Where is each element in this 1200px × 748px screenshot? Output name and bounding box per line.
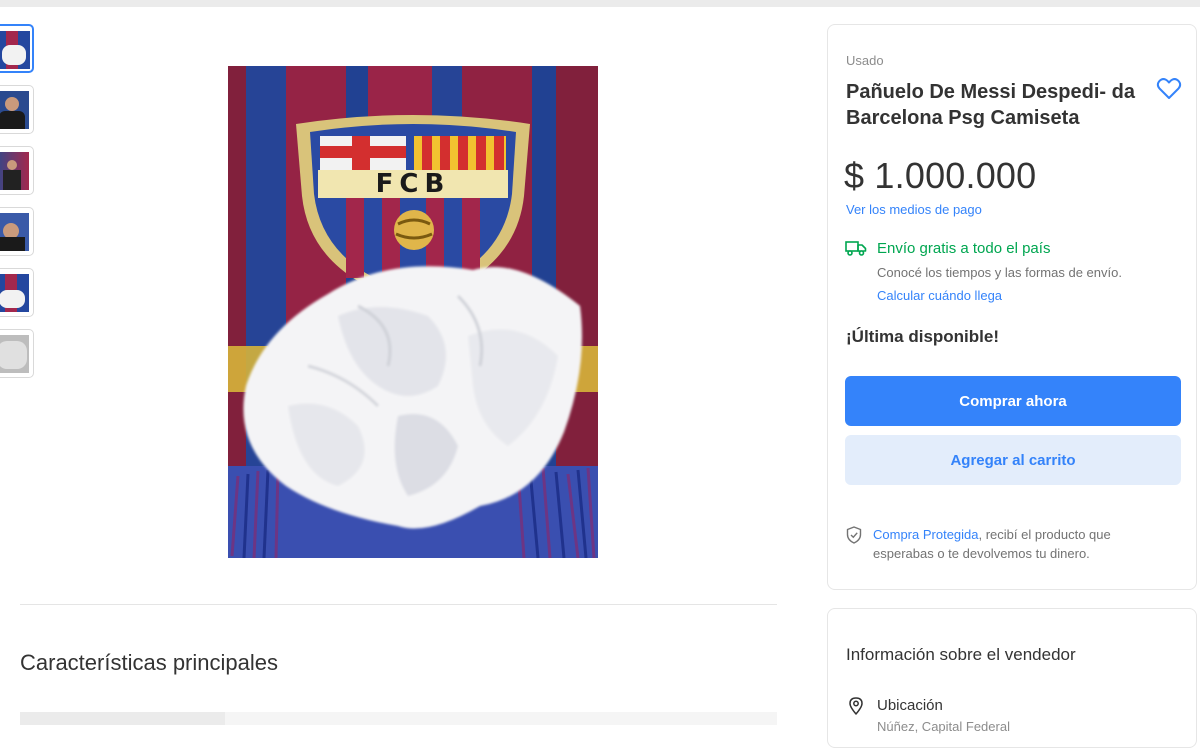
truck-icon bbox=[845, 240, 867, 256]
scarf-tissue-photo: FCB bbox=[228, 66, 598, 558]
main-product-image[interactable]: FCB bbox=[228, 66, 598, 558]
purchase-protection-text: Compra Protegida, recibí el producto que… bbox=[873, 525, 1173, 563]
thumbnail-4[interactable] bbox=[0, 207, 34, 256]
shield-check-icon bbox=[846, 526, 862, 544]
location-value: Núñez, Capital Federal bbox=[877, 719, 1010, 734]
location-pin-icon bbox=[849, 697, 863, 715]
heart-icon[interactable] bbox=[1156, 77, 1182, 101]
seller-info-box: Información sobre el vendedor Ubicación … bbox=[827, 608, 1197, 748]
top-bar bbox=[0, 0, 1200, 7]
thumbnail-5[interactable] bbox=[0, 268, 34, 317]
buy-now-button[interactable]: Comprar ahora bbox=[845, 376, 1181, 426]
free-shipping-title: Envío gratis a todo el país bbox=[877, 240, 1051, 257]
product-price: $ 1.000.000 bbox=[844, 155, 1037, 196]
thumbnail-2[interactable] bbox=[0, 85, 34, 134]
condition-label: Usado bbox=[846, 53, 884, 68]
buy-box: Usado Pañuelo De Messi Despedi- da Barce… bbox=[827, 24, 1197, 590]
purchase-protection-link[interactable]: Compra Protegida bbox=[873, 527, 979, 542]
thumbnail-6[interactable] bbox=[0, 329, 34, 378]
features-table bbox=[20, 712, 777, 725]
calculate-arrival-link[interactable]: Calcular cuándo llega bbox=[877, 288, 1002, 303]
section-title-features: Características principales bbox=[20, 650, 278, 675]
location-label: Ubicación bbox=[877, 697, 943, 714]
thumbnail-1[interactable] bbox=[0, 24, 34, 73]
crest-fcb-text: FCB bbox=[376, 169, 451, 199]
features-table-cell bbox=[20, 712, 225, 725]
thumbnail-3[interactable] bbox=[0, 146, 34, 195]
stock-status: ¡Última disponible! bbox=[846, 327, 999, 346]
seller-info-title: Información sobre el vendedor bbox=[846, 645, 1076, 664]
product-title: Pañuelo De Messi Despedi- da Barcelona P… bbox=[846, 81, 1135, 129]
section-divider bbox=[20, 604, 777, 605]
payment-methods-link[interactable]: Ver los medios de pago bbox=[846, 202, 982, 217]
shipping-info-text: Conocé los tiempos y las formas de envío… bbox=[877, 265, 1122, 280]
add-to-cart-button[interactable]: Agregar al carrito bbox=[845, 435, 1181, 485]
